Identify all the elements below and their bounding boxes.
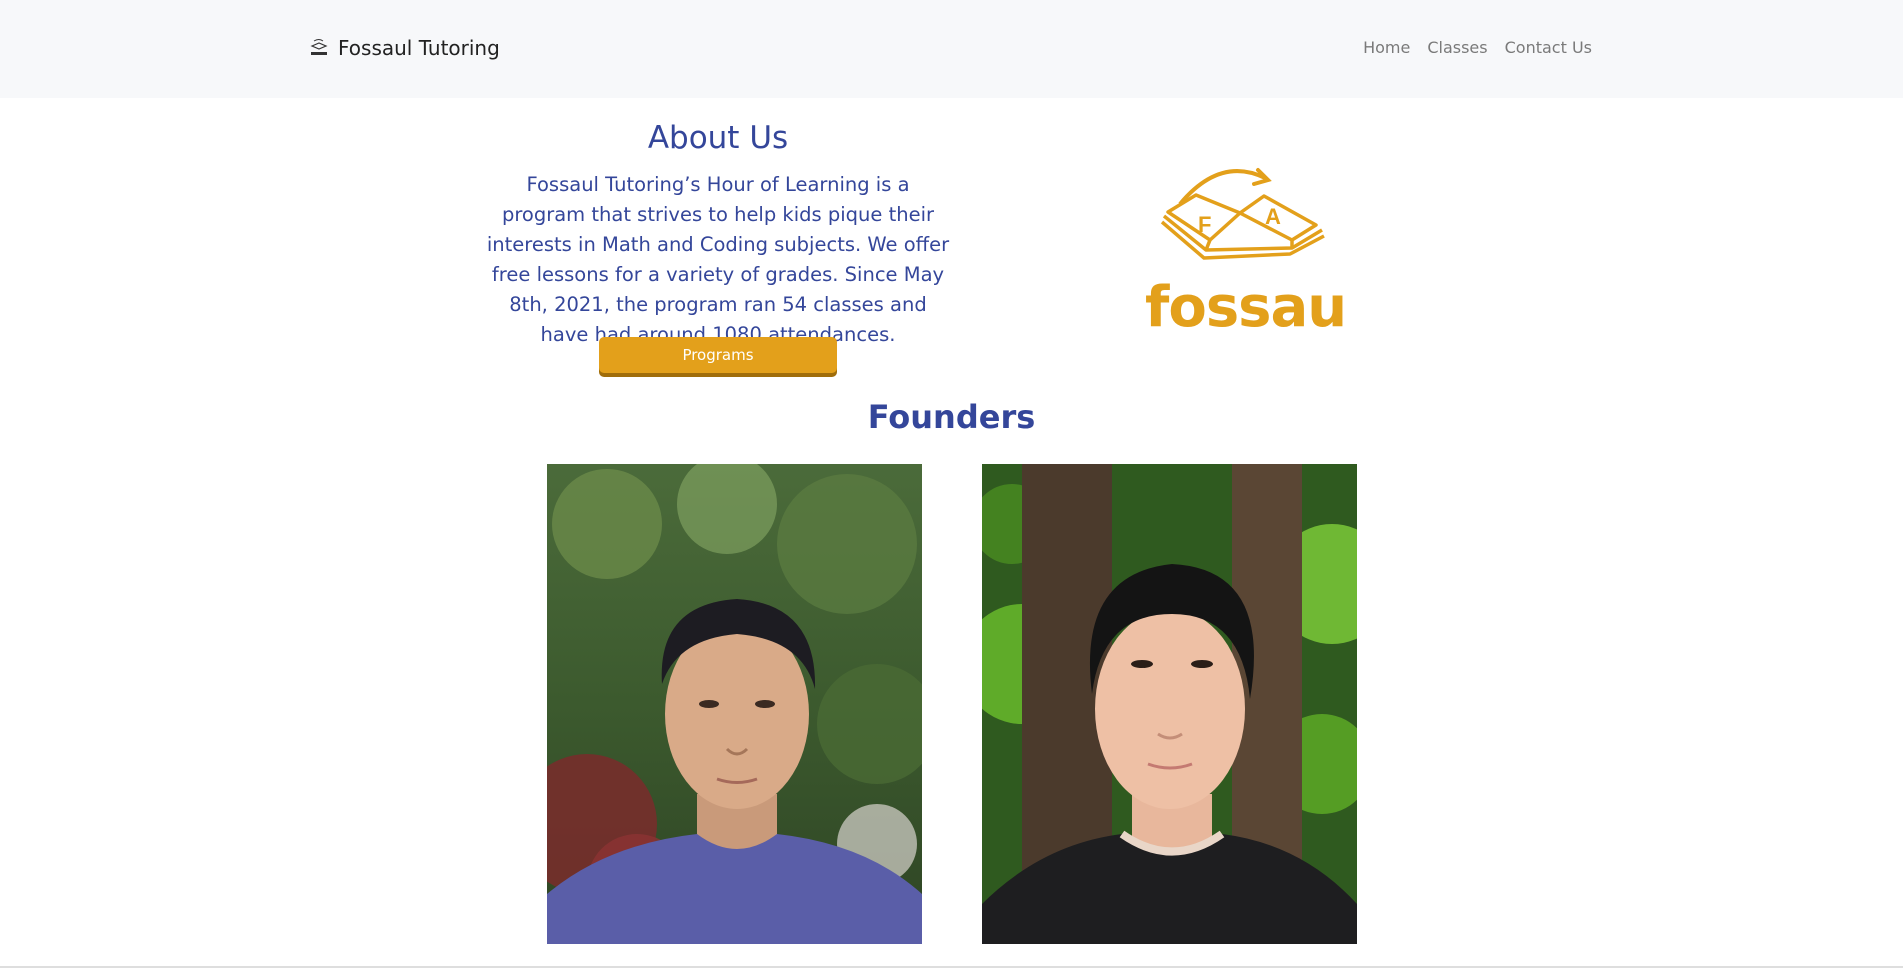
book-letter-f: F	[1198, 212, 1211, 237]
nav-contact-us[interactable]: Contact Us	[1505, 38, 1592, 57]
founder-photo-2	[982, 464, 1357, 944]
about-text: Fossaul Tutoring’s Hour of Learning is a…	[486, 173, 950, 346]
brand-name: Fossaul Tutoring	[338, 36, 500, 60]
navbar: Fossaul Tutoring Home Classes Contact Us	[0, 0, 1903, 98]
book-letter-a: A	[1265, 204, 1281, 229]
founders-title: Founders	[867, 398, 1036, 436]
about-title: About Us	[647, 120, 789, 156]
logo-wordmark: fossaul	[1145, 275, 1350, 334]
nav-links: Home Classes Contact Us	[1363, 38, 1592, 57]
brand-link[interactable]: Fossaul Tutoring	[308, 36, 500, 60]
brand-logo-icon	[308, 37, 330, 59]
nav-home[interactable]: Home	[1363, 38, 1410, 57]
fossaul-logo: F A fossaul	[1140, 158, 1365, 340]
nav-classes[interactable]: Classes	[1427, 38, 1487, 57]
founder-photo-1	[547, 464, 922, 944]
programs-button[interactable]: Programs	[599, 337, 837, 373]
